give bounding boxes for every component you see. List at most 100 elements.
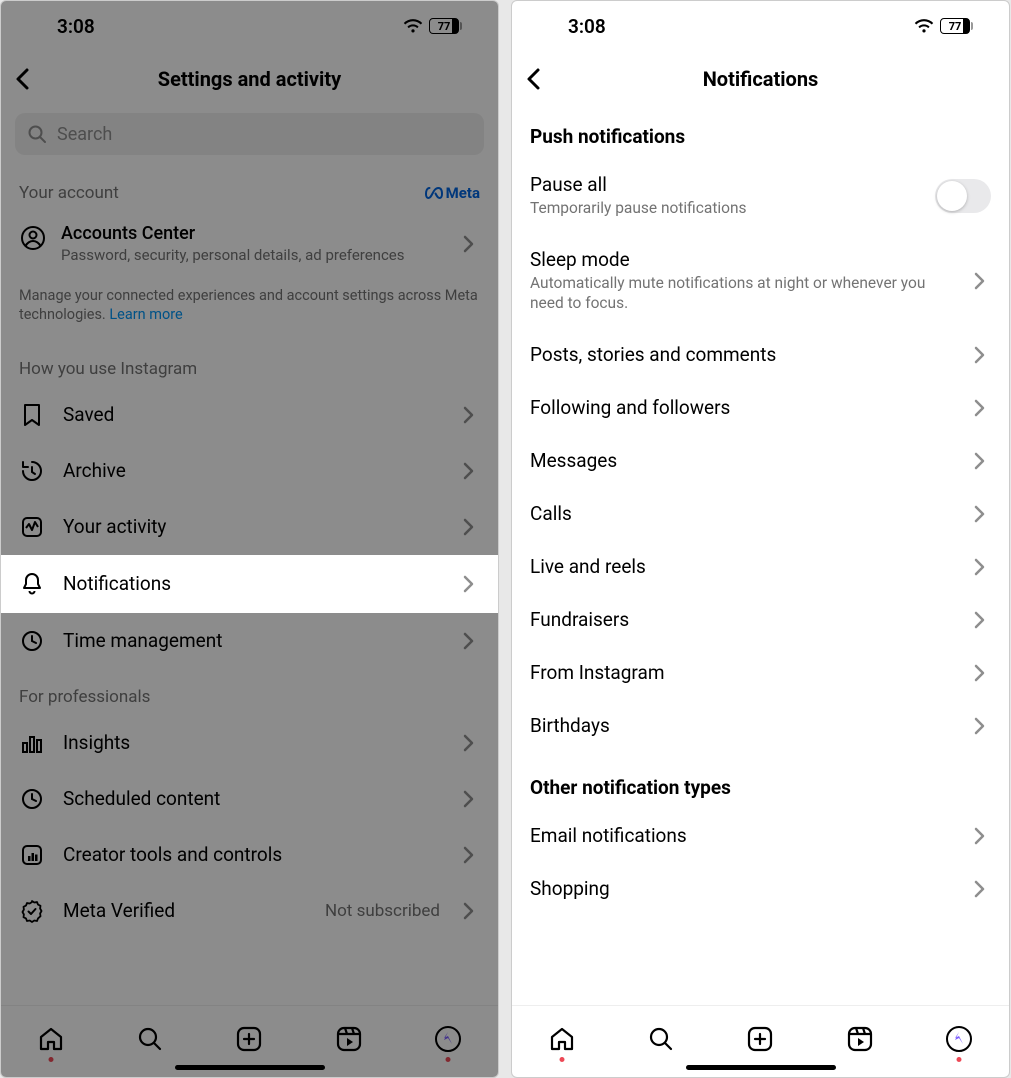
chevron-right-icon	[462, 235, 480, 253]
chevron-right-icon	[462, 734, 480, 752]
time-management-label: Time management	[63, 629, 444, 652]
chevron-right-icon	[462, 406, 480, 424]
your-activity-row[interactable]: Your activity	[1, 499, 498, 555]
creator-tools-label: Creator tools and controls	[63, 843, 444, 866]
fundraisers-row[interactable]: Fundraisers	[512, 593, 1009, 646]
home-indicator	[175, 1065, 325, 1070]
email-notifications-row[interactable]: Email notifications	[512, 809, 1009, 862]
chevron-right-icon	[973, 827, 991, 845]
page-title: Settings and activity	[158, 67, 341, 91]
sleep-mode-row[interactable]: Sleep mode Automatically mute notificati…	[512, 233, 1009, 328]
wifi-icon	[403, 19, 423, 34]
search-placeholder: Search	[57, 124, 112, 145]
scheduled-label: Scheduled content	[63, 787, 444, 810]
email-notifications-label: Email notifications	[530, 824, 959, 847]
from-instagram-label: From Instagram	[530, 661, 959, 684]
manage-description: Manage your connected experiences and ac…	[1, 280, 498, 341]
from-instagram-row[interactable]: From Instagram	[512, 646, 1009, 699]
notification-dot	[48, 1057, 53, 1062]
chevron-right-icon	[973, 611, 991, 629]
chevron-right-icon	[973, 452, 991, 470]
tab-home[interactable]	[545, 1022, 579, 1056]
chevron-right-icon	[973, 399, 991, 417]
status-right: 77	[914, 18, 973, 34]
search-input[interactable]: Search	[15, 113, 484, 155]
sleep-mode-title: Sleep mode	[530, 248, 959, 271]
status-time: 3:08	[568, 15, 606, 38]
calls-label: Calls	[530, 502, 959, 525]
tab-reels[interactable]	[843, 1022, 877, 1056]
pause-all-row: Pause all Temporarily pause notification…	[512, 158, 1009, 233]
notification-dot	[446, 1057, 451, 1062]
creator-tools-row[interactable]: Creator tools and controls	[1, 827, 498, 883]
pause-all-toggle[interactable]	[935, 179, 991, 213]
chevron-right-icon	[973, 272, 991, 290]
posts-row[interactable]: Posts, stories and comments	[512, 328, 1009, 381]
battery-icon: 77	[429, 18, 462, 34]
accounts-center-row[interactable]: Accounts Center Password, security, pers…	[1, 209, 498, 280]
push-notifications-header: Push notifications	[512, 107, 1009, 158]
notification-dot	[957, 1057, 962, 1062]
bookmark-icon	[19, 403, 45, 427]
notification-dot	[559, 1057, 564, 1062]
status-right: 77	[403, 18, 462, 34]
shopping-row[interactable]: Shopping	[512, 862, 1009, 915]
bell-icon	[19, 571, 45, 597]
tab-search[interactable]	[644, 1022, 678, 1056]
chevron-right-icon	[973, 717, 991, 735]
activity-icon	[19, 515, 45, 539]
saved-row[interactable]: Saved	[1, 387, 498, 443]
clock-icon	[19, 629, 45, 653]
tab-create[interactable]	[743, 1022, 777, 1056]
meta-verified-row[interactable]: Meta Verified Not subscribed	[1, 883, 498, 939]
messages-row[interactable]: Messages	[512, 434, 1009, 487]
creator-tools-icon	[19, 843, 45, 867]
tab-search[interactable]	[133, 1022, 167, 1056]
saved-label: Saved	[63, 403, 444, 426]
tab-home[interactable]	[34, 1022, 68, 1056]
notifications-scroll[interactable]: Push notifications Pause all Temporarily…	[512, 107, 1009, 1005]
birthdays-label: Birthdays	[530, 714, 959, 737]
birthdays-row[interactable]: Birthdays	[512, 699, 1009, 752]
clock-icon	[19, 787, 45, 811]
page-title: Notifications	[703, 67, 819, 91]
following-row[interactable]: Following and followers	[512, 381, 1009, 434]
settings-scroll[interactable]: Your account Meta Accounts Center Passwo…	[1, 165, 498, 1005]
chevron-right-icon	[462, 790, 480, 808]
back-button[interactable]	[15, 67, 31, 91]
following-label: Following and followers	[530, 396, 959, 419]
notifications-row[interactable]: Notifications	[1, 555, 498, 613]
home-indicator	[686, 1065, 836, 1070]
tab-create[interactable]	[232, 1022, 266, 1056]
fundraisers-label: Fundraisers	[530, 608, 959, 631]
meta-verified-label: Meta Verified	[63, 899, 307, 922]
status-bar: 3:08 77	[512, 1, 1009, 51]
insights-row[interactable]: Insights	[1, 715, 498, 771]
archive-row[interactable]: Archive	[1, 443, 498, 499]
accounts-center-title: Accounts Center	[61, 223, 448, 244]
chevron-right-icon	[973, 664, 991, 682]
battery-icon: 77	[940, 18, 973, 34]
verified-icon	[19, 899, 45, 923]
chevron-right-icon	[462, 462, 480, 480]
scheduled-content-row[interactable]: Scheduled content	[1, 771, 498, 827]
shopping-label: Shopping	[530, 877, 959, 900]
chevron-right-icon	[462, 632, 480, 650]
insights-label: Insights	[63, 731, 444, 754]
notifications-screen: 3:08 77 Notifications Push notifications…	[511, 0, 1010, 1078]
chevron-right-icon	[462, 518, 480, 536]
learn-more-link[interactable]: Learn more	[109, 306, 182, 323]
tab-dashboard[interactable]	[431, 1022, 465, 1056]
back-button[interactable]	[526, 67, 542, 91]
chevron-right-icon	[462, 902, 480, 920]
for-professionals-label: For professionals	[1, 669, 498, 715]
calls-row[interactable]: Calls	[512, 487, 1009, 540]
meta-logo: Meta	[425, 184, 480, 202]
tab-dashboard[interactable]	[942, 1022, 976, 1056]
time-management-row[interactable]: Time management	[1, 613, 498, 669]
settings-screen: 3:08 77 Settings and activity Search You…	[0, 0, 499, 1078]
your-account-label: Your account	[19, 183, 119, 203]
tab-reels[interactable]	[332, 1022, 366, 1056]
live-reels-row[interactable]: Live and reels	[512, 540, 1009, 593]
meta-verified-trailing: Not subscribed	[325, 901, 440, 921]
